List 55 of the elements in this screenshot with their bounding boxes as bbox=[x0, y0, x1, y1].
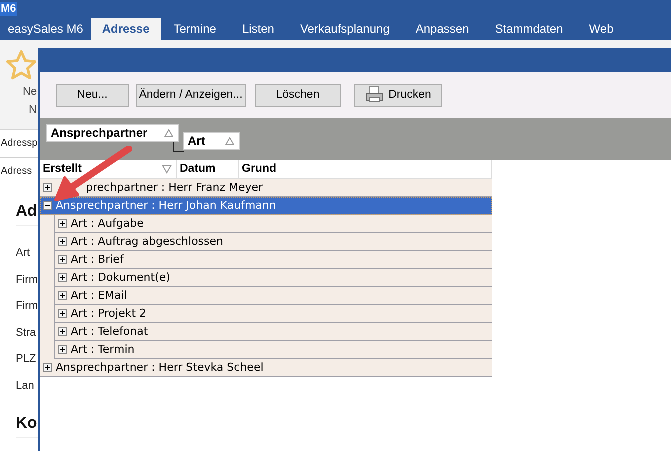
field-label: Firm bbox=[16, 274, 38, 286]
tree-row[interactable]: Art : Telefonat bbox=[55, 323, 492, 341]
field-label: Art bbox=[16, 247, 30, 260]
ribbon-tab[interactable]: Termine bbox=[160, 18, 230, 40]
collapse-icon[interactable] bbox=[43, 201, 52, 210]
group-by-chip[interactable]: Art bbox=[183, 132, 240, 150]
section-heading: Ko bbox=[16, 415, 38, 432]
expand-icon[interactable] bbox=[58, 309, 67, 318]
ribbon-tab[interactable]: Adresse bbox=[91, 18, 161, 40]
tree-row[interactable]: Art : Projekt 2 bbox=[55, 305, 492, 323]
panel-tab[interactable]: Adress bbox=[1, 166, 32, 177]
ribbon-tab[interactable]: Anpassen bbox=[402, 18, 482, 40]
star-icon[interactable] bbox=[6, 50, 37, 80]
ribbon-tab[interactable]: easySales M6 bbox=[0, 18, 92, 40]
ribbon-tab[interactable]: Web bbox=[576, 18, 627, 40]
sort-triangle-icon bbox=[225, 136, 235, 146]
tree-row[interactable]: Ansprechpartner : Herr Johan Kaufmann bbox=[40, 197, 492, 215]
tree-row[interactable]: Art : Brief bbox=[55, 251, 492, 269]
tree-row[interactable]: Art : EMail bbox=[55, 287, 492, 305]
group-by-chip[interactable]: Ansprechpartner bbox=[46, 124, 179, 142]
field-label: Firm bbox=[16, 300, 38, 312]
tree-row[interactable]: Art : Termin bbox=[55, 341, 492, 359]
tree-row[interactable]: prechpartner : Herr Franz Meyer bbox=[40, 179, 492, 197]
ribbon-label: N bbox=[29, 104, 37, 117]
toolbar-button[interactable]: Ändern / Anzeigen... bbox=[136, 84, 246, 106]
expand-icon[interactable] bbox=[58, 255, 67, 264]
ribbon-label: Ne bbox=[23, 86, 38, 99]
sort-triangle-icon bbox=[164, 128, 174, 138]
expand-icon[interactable] bbox=[58, 327, 67, 336]
expand-icon[interactable] bbox=[58, 273, 67, 282]
ribbon-tab[interactable]: Listen bbox=[229, 18, 288, 40]
field-label: PLZ bbox=[16, 353, 36, 366]
toolbar-button[interactable]: Neu... bbox=[56, 84, 129, 106]
expand-icon[interactable] bbox=[43, 363, 52, 372]
column-header[interactable]: Datum bbox=[177, 160, 239, 178]
toolbar-button[interactable]: Drucken bbox=[354, 84, 442, 106]
field-label: Lan bbox=[16, 380, 34, 392]
window-title: M6 bbox=[0, 2, 18, 16]
expand-icon[interactable] bbox=[58, 237, 67, 246]
section-heading: Ad bbox=[16, 203, 38, 220]
tree-row[interactable]: Art : Auftrag abgeschlossen bbox=[55, 233, 492, 251]
toolbar-button[interactable]: Löschen bbox=[255, 84, 341, 106]
ribbon-tab[interactable]: Verkaufsplanung bbox=[287, 18, 403, 40]
tree-row[interactable]: Art : Dokument(e) bbox=[55, 269, 492, 287]
expand-icon[interactable] bbox=[58, 219, 67, 228]
field-label: Stra bbox=[16, 326, 36, 339]
ribbon-tab[interactable]: Stammdaten bbox=[482, 18, 576, 40]
column-header[interactable]: Grund bbox=[239, 160, 492, 178]
expand-icon[interactable] bbox=[43, 183, 52, 192]
tree-row[interactable]: Art : Aufgabe bbox=[55, 215, 492, 233]
tree-row[interactable]: Ansprechpartner : Herr Stevka Scheel bbox=[40, 359, 492, 377]
expand-icon[interactable] bbox=[58, 291, 67, 300]
panel-tab[interactable]: Adressp bbox=[1, 138, 38, 149]
printer-icon bbox=[364, 86, 385, 104]
expand-icon[interactable] bbox=[58, 345, 67, 354]
